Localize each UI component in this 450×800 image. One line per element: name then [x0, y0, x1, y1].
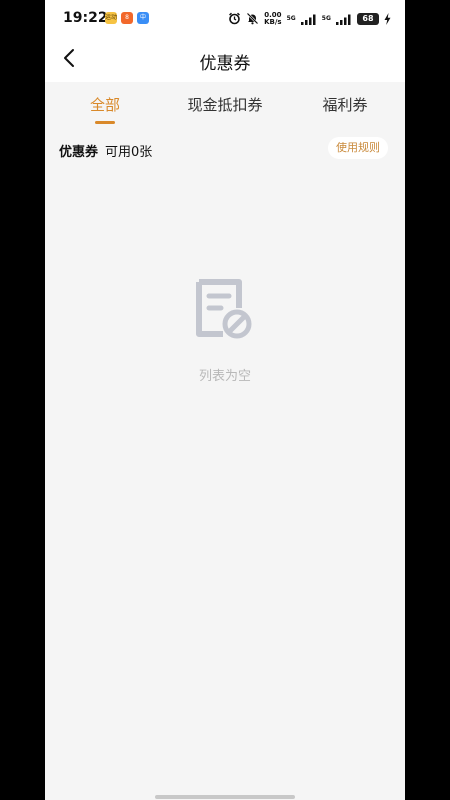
summary-title: 优惠券 [59, 145, 99, 160]
coupon-summary: 优惠券 可用0张 使用规则 [45, 134, 405, 164]
notification-app-icon: 8 [121, 12, 133, 24]
net-speed-unit: KB/s [264, 18, 282, 26]
tab-bar: 全部 现金抵扣券 福利券 [45, 82, 405, 128]
tab-welfare[interactable]: 福利券 [285, 94, 405, 115]
tab-all[interactable]: 全部 [45, 94, 165, 115]
sim1-label: 5G [286, 14, 296, 22]
notification-app-icon: 运动 [105, 12, 117, 24]
nav-bar: 优惠券 [45, 38, 405, 82]
usage-rules-button[interactable]: 使用规则 [328, 137, 388, 159]
empty-state-text: 列表为空 [198, 369, 251, 384]
phone-screen: 19:22 运动 8 中 0.00 KB/s 5G 5G 68 优惠券 全部 现… [45, 0, 405, 800]
alarm-icon [228, 10, 241, 29]
net-speed: 0.00 KB/s [264, 12, 281, 26]
mute-icon [246, 10, 259, 29]
notification-app-icon: 中 [137, 12, 149, 24]
status-icons: 0.00 KB/s 5G 5G 68 [228, 9, 391, 29]
status-time: 19:22 [63, 10, 108, 26]
charging-icon [384, 10, 391, 29]
sim2-label: 5G [321, 14, 331, 22]
available-count: 可用0张 [105, 145, 153, 160]
home-indicator[interactable] [155, 795, 295, 799]
status-bar: 19:22 运动 8 中 0.00 KB/s 5G 5G 68 [45, 0, 405, 38]
battery-icon: 68 [357, 13, 379, 25]
active-tab-indicator [95, 121, 115, 124]
empty-document-icon [195, 278, 255, 342]
signal-icon: 5G [322, 10, 352, 29]
tab-cash-deduction[interactable]: 现金抵扣券 [165, 94, 285, 115]
page-title: 优惠券 [199, 54, 251, 74]
signal-icon: 5G [287, 10, 317, 29]
